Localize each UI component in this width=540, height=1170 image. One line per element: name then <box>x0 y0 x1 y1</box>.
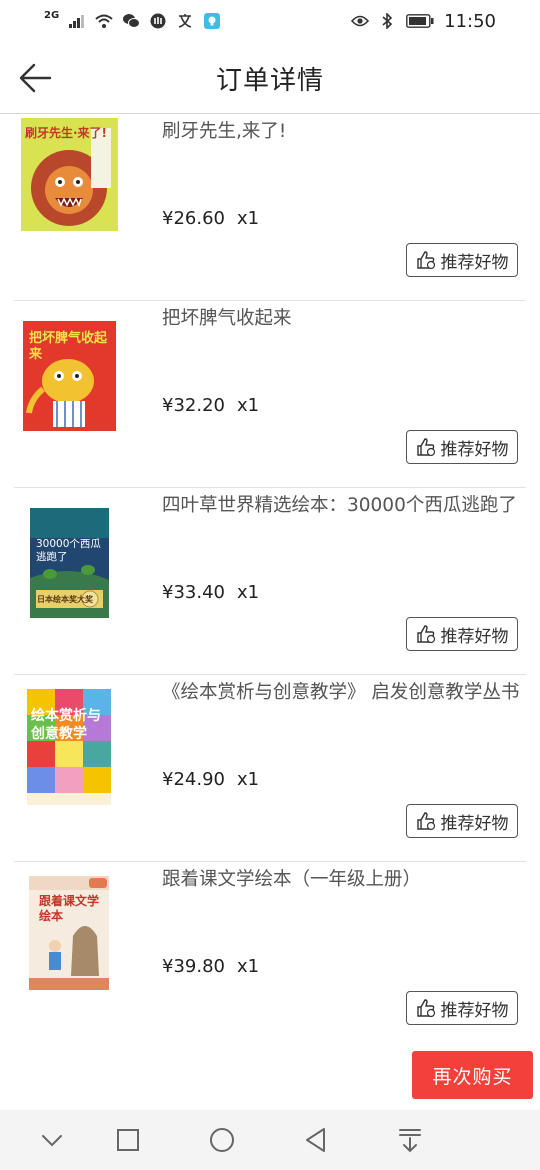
order-item[interactable]: 30000个西瓜逃跑了 日本绘本奖大奖 四叶草世界精选绘本：30000个西瓜逃跑… <box>0 488 540 675</box>
product-price: ¥26.60 <box>162 208 225 229</box>
price-row: ¥32.20 x1 <box>162 395 259 416</box>
order-item[interactable]: 刷牙先生·来了! 刷牙先生,来了! ¥26.60 x1 推荐好物 <box>0 114 540 301</box>
cover-title: 把坏脾气收起来 <box>29 331 108 362</box>
recommend-button[interactable]: 推荐好物 <box>406 991 518 1025</box>
system-nav-bar <box>0 1110 540 1170</box>
buy-again-button[interactable]: 再次购买 <box>412 1051 533 1099</box>
thumbs-up-icon <box>416 625 435 644</box>
nav-back-button[interactable] <box>302 1126 330 1154</box>
recommend-button[interactable]: 推荐好物 <box>406 804 518 838</box>
thumbs-up-icon <box>416 812 435 831</box>
cover-title: 30000个西瓜逃跑了 <box>36 538 101 563</box>
cover-badge: 日本绘本奖大奖 <box>37 595 93 604</box>
product-quantity: x1 <box>236 956 260 977</box>
nav-recents-button[interactable] <box>114 1126 142 1154</box>
thumbs-up-icon <box>416 999 435 1018</box>
triangle-back-icon <box>306 1128 325 1152</box>
recommend-label: 推荐好物 <box>440 626 509 647</box>
clock: 11:50 <box>444 10 496 32</box>
circle-home-icon <box>210 1128 234 1152</box>
price-row: ¥33.40 x1 <box>162 582 259 603</box>
price-row: ¥26.60 x1 <box>162 208 259 229</box>
status-bar: 2G 11:50 <box>0 0 540 42</box>
order-item[interactable]: 把坏脾气收起来 把坏脾气收起来 ¥32.20 x1 推荐好物 <box>0 301 540 488</box>
recommend-label: 推荐好物 <box>440 813 509 834</box>
nav-collapse-button[interactable] <box>38 1126 66 1154</box>
price-row: ¥24.90 x1 <box>162 769 259 790</box>
recommend-label: 推荐好物 <box>440 252 509 273</box>
product-quantity: x1 <box>236 582 260 603</box>
pull-down-icon <box>399 1129 421 1153</box>
status-left: 2G <box>44 9 221 30</box>
network-type: 2G <box>44 9 60 21</box>
signal-icon <box>68 12 86 30</box>
eye-icon <box>351 12 370 30</box>
product-quantity: x1 <box>236 208 260 229</box>
product-name[interactable]: 四叶草世界精选绘本：30000个西瓜逃跑了 <box>162 494 522 517</box>
page-title: 订单详情 <box>215 66 324 96</box>
nav-home-button[interactable] <box>208 1126 236 1154</box>
product-price: ¥33.40 <box>162 582 225 603</box>
chevron-down-icon <box>42 1135 62 1147</box>
square-icon <box>117 1129 139 1151</box>
translate-icon <box>176 12 194 30</box>
order-item[interactable]: 绘本赏析与创意教学 《绘本赏析与创意教学》 启发创意教学丛书 ¥24.90 x1 … <box>0 675 540 862</box>
book-cover-image[interactable]: 把坏脾气收起来 <box>23 321 116 431</box>
product-name[interactable]: 跟着课文学绘本（一年级上册） <box>162 868 522 891</box>
book-cover-image[interactable]: 刷牙先生·来了! <box>21 118 118 231</box>
book-cover-image[interactable]: 30000个西瓜逃跑了 日本绘本奖大奖 <box>30 508 109 618</box>
book-cover-image[interactable]: 绘本赏析与创意教学 <box>27 689 111 805</box>
price-row: ¥39.80 x1 <box>162 956 259 977</box>
wechat-icon <box>122 12 141 30</box>
product-quantity: x1 <box>236 769 260 790</box>
app-icon <box>149 12 167 30</box>
wifi-icon <box>95 12 113 30</box>
recommend-button[interactable]: 推荐好物 <box>406 243 518 277</box>
bluetooth-icon <box>378 12 396 30</box>
recommend-label: 推荐好物 <box>440 1000 509 1021</box>
thumbs-up-icon <box>416 251 435 270</box>
nav-notification-pull-button[interactable] <box>396 1126 424 1154</box>
order-item[interactable]: 跟着课文学绘本 跟着课文学绘本（一年级上册） ¥39.80 x1 推荐好物 <box>0 862 540 1049</box>
cover-title: 跟着课文学绘本 <box>39 894 100 923</box>
cover-title: 刷牙先生·来了! <box>25 126 108 140</box>
recommend-button[interactable]: 推荐好物 <box>406 617 518 651</box>
product-price: ¥39.80 <box>162 956 225 977</box>
product-name[interactable]: 刷牙先生,来了! <box>162 120 522 143</box>
product-price: ¥24.90 <box>162 769 225 790</box>
book-cover-image[interactable]: 跟着课文学绘本 <box>29 876 109 990</box>
battery-icon <box>405 12 435 30</box>
product-price: ¥32.20 <box>162 395 225 416</box>
product-name[interactable]: 《绘本赏析与创意教学》 启发创意教学丛书 <box>162 681 522 704</box>
status-right: 11:50 <box>351 11 496 32</box>
cover-title: 绘本赏析与创意教学 <box>31 708 101 742</box>
header: 订单详情 <box>0 42 540 114</box>
recommend-label: 推荐好物 <box>440 439 509 460</box>
notification-icon <box>203 12 221 30</box>
product-name[interactable]: 把坏脾气收起来 <box>162 307 522 330</box>
recommend-button[interactable]: 推荐好物 <box>406 430 518 464</box>
thumbs-up-icon <box>416 438 435 457</box>
product-quantity: x1 <box>236 395 260 416</box>
